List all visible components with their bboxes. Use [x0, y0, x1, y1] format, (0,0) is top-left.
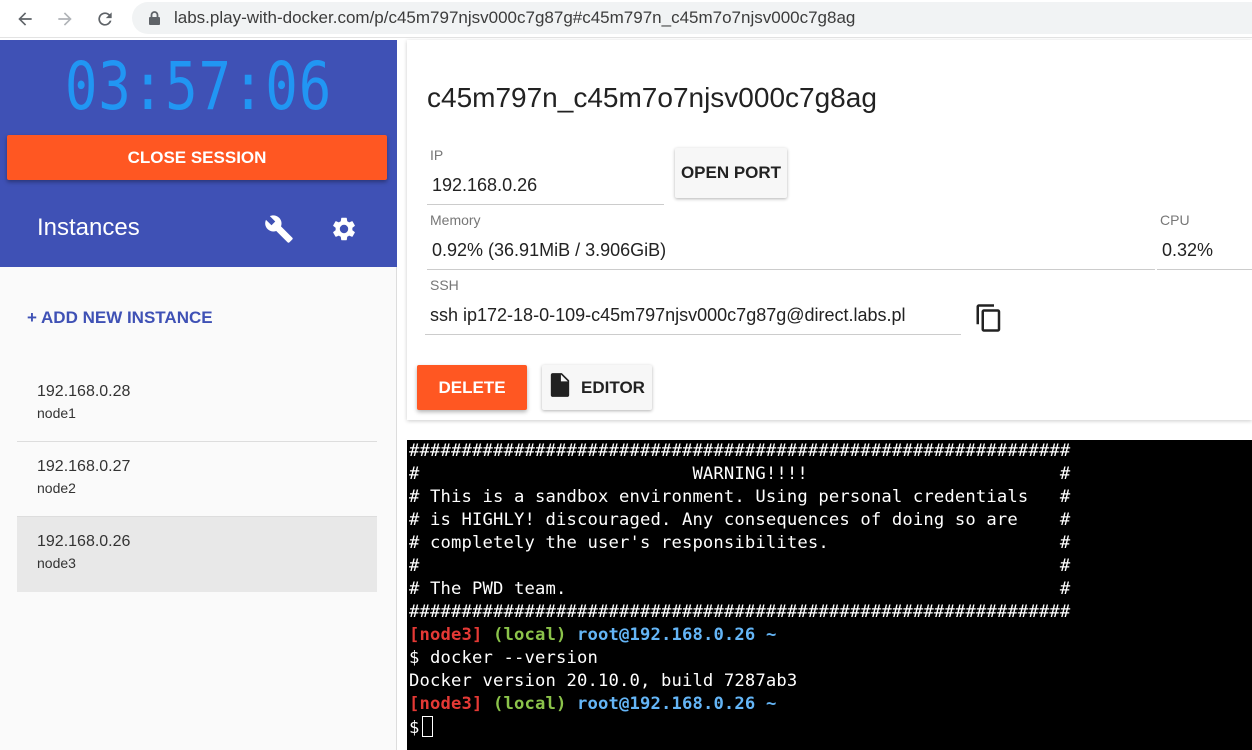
back-arrow-icon[interactable] — [12, 6, 38, 32]
prompt-node: [node3] — [409, 625, 483, 645]
ssh-label: SSH — [430, 277, 459, 293]
ip-label: IP — [430, 147, 444, 163]
terminal-input-line[interactable]: $ — [409, 716, 1252, 739]
terminal-banner-line: # This is a sandbox environment. Using p… — [409, 487, 1071, 507]
instance-name: node1 — [37, 405, 76, 421]
instances-title: Instances — [37, 214, 140, 241]
ip-field[interactable]: 192.168.0.26 — [427, 171, 664, 205]
delete-button[interactable]: DELETE — [417, 365, 527, 410]
open-port-button[interactable]: OPEN PORT — [675, 148, 787, 198]
instance-ip: 192.168.0.28 — [37, 383, 131, 400]
instance-ip: 192.168.0.27 — [37, 458, 131, 475]
prompt-local: (local) — [492, 625, 567, 645]
editor-label: EDITOR — [581, 377, 645, 397]
sidebar: 03:57:06 CLOSE SESSION Instances + ADD N… — [0, 40, 397, 750]
add-new-instance-button[interactable]: + ADD NEW INSTANCE — [27, 308, 213, 328]
sidebar-header: 03:57:06 CLOSE SESSION Instances — [0, 40, 397, 267]
cpu-label: CPU — [1160, 212, 1190, 228]
terminal-output-line: Docker version 20.10.0, build 7287ab3 — [409, 671, 798, 691]
prompt-tilde: ~ — [765, 694, 777, 714]
instance-item-node1[interactable]: 192.168.0.28 node1 — [17, 367, 377, 442]
instance-hostname: c45m797n_c45m7o7njsv000c7g8ag — [427, 82, 877, 113]
lock-icon — [146, 9, 162, 27]
instance-ip: 192.168.0.26 — [37, 533, 131, 550]
terminal-cursor — [421, 716, 433, 737]
close-session-button[interactable]: CLOSE SESSION — [7, 135, 387, 180]
session-timer: 03:57:06 — [64, 48, 333, 125]
url-text: labs.play-with-docker.com/p/c45m797njsv0… — [174, 8, 856, 27]
terminal-banner-line: # is HIGHLY! discouraged. Any consequenc… — [409, 510, 1071, 530]
instance-item-node3[interactable]: 192.168.0.26 node3 — [17, 517, 377, 592]
prompt-local: (local) — [492, 694, 567, 714]
final-prompt: $ — [409, 718, 420, 738]
ssh-field[interactable]: ssh ip172-18-0-109-c45m797njsv000c7g87g@… — [425, 301, 961, 335]
instance-details-card: c45m797n_c45m7o7njsv000c7g8ag IP 192.168… — [407, 40, 1252, 420]
terminal-banner-line: # completely the user's responsibilites.… — [409, 533, 1071, 553]
terminal-banner-line: # # — [409, 556, 1071, 576]
terminal[interactable]: ########################################… — [407, 440, 1252, 750]
prompt-node: [node3] — [409, 694, 483, 714]
instance-name: node2 — [37, 480, 76, 496]
memory-label: Memory — [430, 212, 481, 228]
gear-icon[interactable] — [330, 215, 358, 243]
browser-toolbar: labs.play-with-docker.com/p/c45m797njsv0… — [0, 0, 1252, 38]
address-bar[interactable]: labs.play-with-docker.com/p/c45m797njsv0… — [132, 2, 1252, 34]
editor-button[interactable]: EDITOR — [542, 365, 652, 410]
file-icon — [549, 372, 571, 403]
cpu-field[interactable]: 0.32% — [1157, 236, 1252, 270]
terminal-command-line: $ docker --version — [409, 648, 598, 668]
prompt-host: root@192.168.0.26 — [576, 694, 756, 714]
memory-field[interactable]: 0.92% (36.91MiB / 3.906GiB) — [427, 236, 1155, 270]
instance-item-node2[interactable]: 192.168.0.27 node2 — [17, 442, 377, 517]
reload-icon[interactable] — [92, 6, 118, 32]
copy-icon[interactable] — [974, 302, 1004, 334]
prompt-tilde: ~ — [765, 625, 777, 645]
prompt-host: root@192.168.0.26 — [576, 625, 756, 645]
terminal-banner-line: # WARNING!!!! # — [409, 464, 1071, 484]
terminal-banner-line: ########################################… — [409, 602, 1071, 622]
terminal-banner-line: ########################################… — [409, 441, 1071, 461]
terminal-prompt-line: [node3] (local) root@192.168.0.26 ~ — [409, 624, 1252, 647]
terminal-banner-line: # The PWD team. # — [409, 579, 1071, 599]
forward-arrow-icon[interactable] — [52, 6, 78, 32]
instance-name: node3 — [37, 555, 76, 571]
wrench-icon[interactable] — [264, 214, 294, 244]
terminal-prompt-line: [node3] (local) root@192.168.0.26 ~ — [409, 693, 1252, 716]
